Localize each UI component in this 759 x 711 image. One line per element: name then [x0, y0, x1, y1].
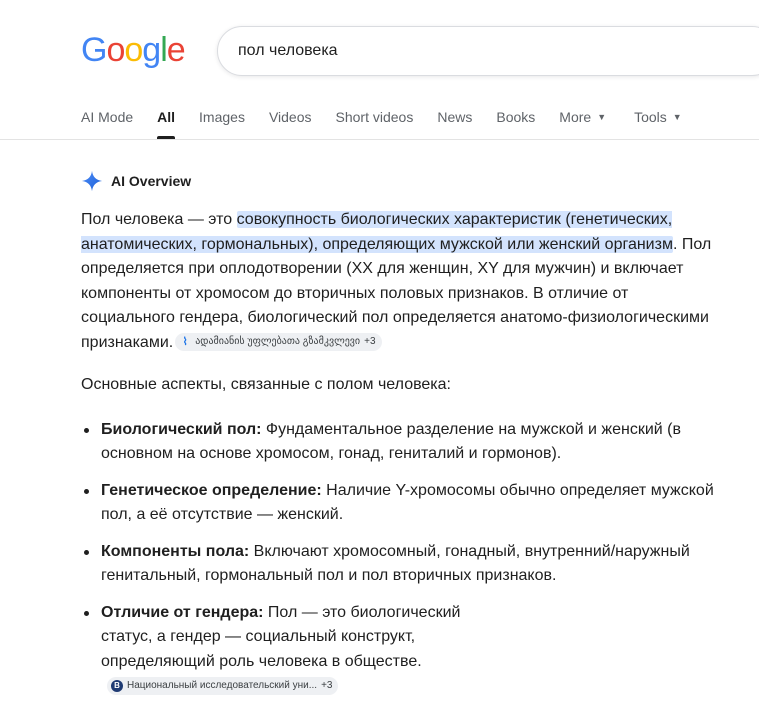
- list-item: Компоненты пола: Включают хромосомный, г…: [84, 540, 721, 589]
- search-tabs: AI Mode All Images Videos Short videos N…: [81, 104, 706, 139]
- ai-overview-paragraph: Пол человека — это совокупность биологич…: [81, 211, 712, 351]
- tab-more[interactable]: More ▼: [559, 104, 606, 139]
- tab-all[interactable]: All: [157, 104, 175, 139]
- aspects-list: Биологический пол: Фундаментальное разде…: [81, 418, 721, 699]
- list-item: Отличие от гендера: Пол — это биологичес…: [84, 601, 721, 699]
- source-chip[interactable]: В Национальный исследовательский уни... +3: [107, 677, 339, 695]
- caret-down-icon: ▼: [597, 112, 607, 122]
- university-logo-icon: В: [111, 680, 123, 692]
- source-chip[interactable]: ⌇ ადამიანის უფლებათა გზამკვლევი +3: [175, 332, 382, 351]
- search-input[interactable]: [238, 27, 738, 75]
- tab-tools[interactable]: Tools ▼: [634, 104, 682, 139]
- tab-videos[interactable]: Videos: [269, 104, 312, 139]
- search-header: Google AI Mode All Images Videos Short v…: [0, 0, 759, 140]
- sparkle-icon: [81, 170, 103, 192]
- caret-down-icon: ▼: [672, 112, 682, 122]
- ai-overview-header: AI Overview: [81, 170, 191, 192]
- tab-short-videos[interactable]: Short videos: [336, 104, 414, 139]
- google-logo[interactable]: Google: [81, 32, 186, 68]
- search-box[interactable]: [217, 26, 759, 76]
- book-icon: ⌇: [182, 335, 188, 348]
- tab-news[interactable]: News: [437, 104, 472, 139]
- ai-overview-body: Пол человека — это совокупность биологич…: [81, 208, 721, 711]
- tab-books[interactable]: Books: [496, 104, 535, 139]
- ai-overview-title: AI Overview: [111, 173, 192, 189]
- tab-images[interactable]: Images: [199, 104, 245, 139]
- aspects-intro: Основные аспекты, связанные с полом чело…: [81, 376, 451, 393]
- list-item: Генетическое определение: Наличие Y-хром…: [84, 479, 721, 528]
- tab-ai-mode[interactable]: AI Mode: [81, 104, 133, 139]
- list-item: Биологический пол: Фундаментальное разде…: [84, 418, 721, 467]
